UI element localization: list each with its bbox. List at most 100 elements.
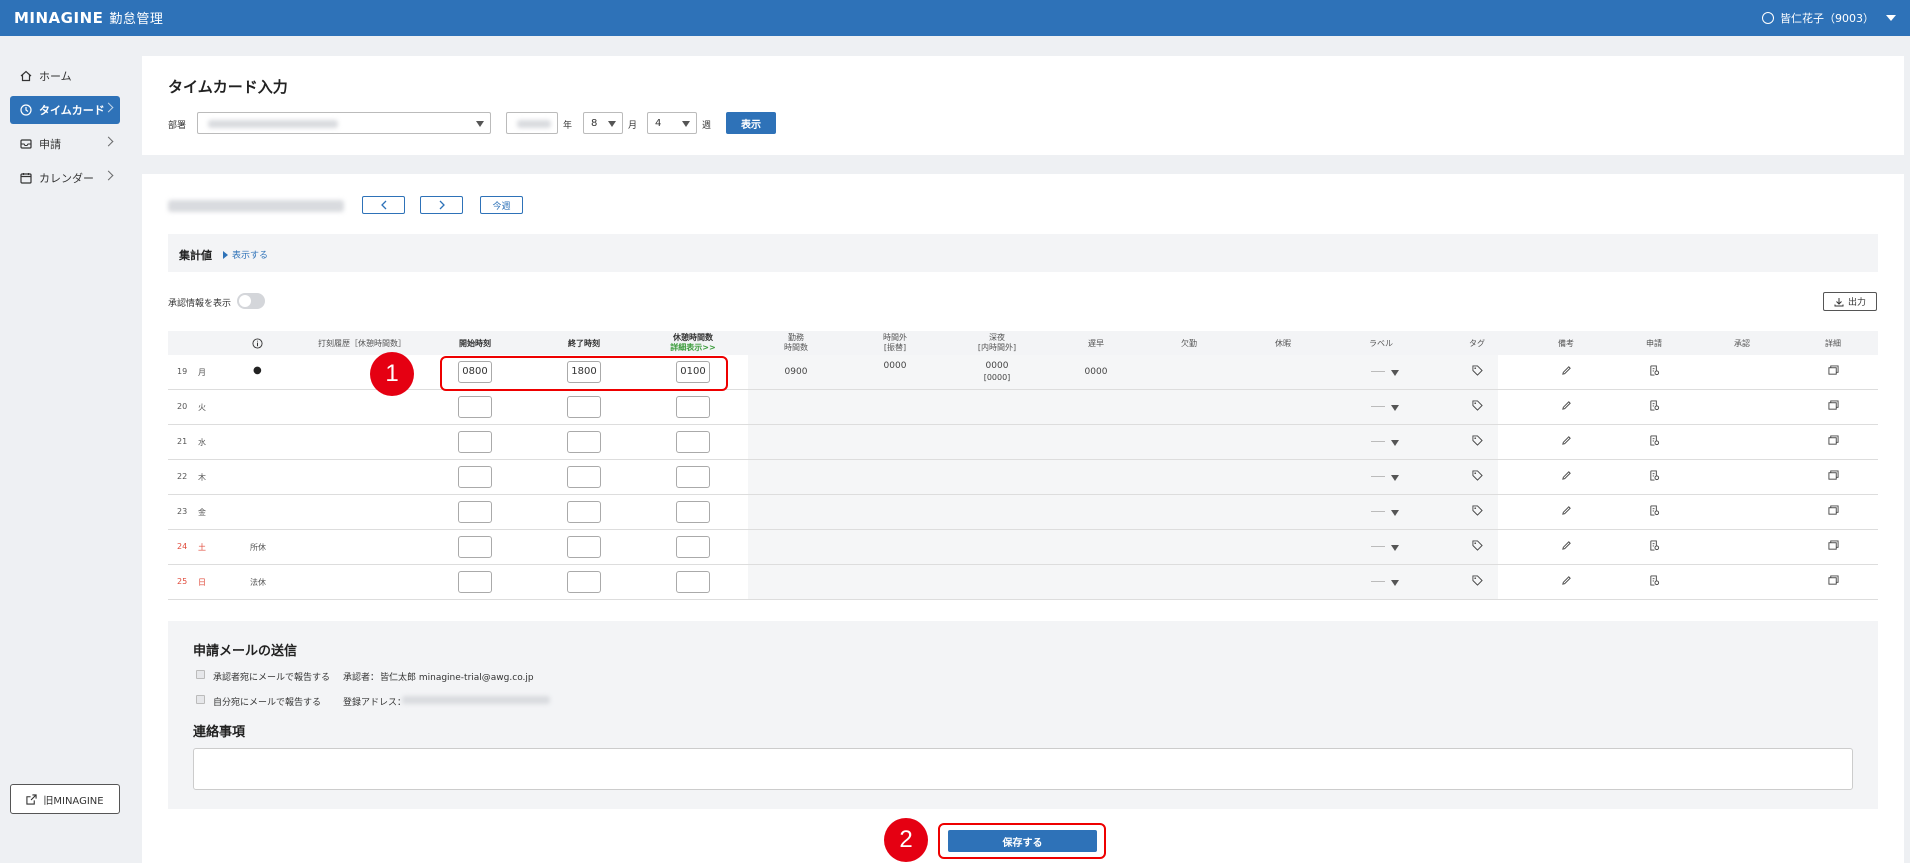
week-suffix: 週: [702, 121, 712, 131]
status-dot: ●: [253, 365, 262, 376]
info-icon[interactable]: [252, 338, 263, 349]
annotation-highlight-1: [440, 356, 728, 391]
notify-approver-checkbox[interactable]: [196, 670, 205, 679]
prev-week-button[interactable]: [362, 196, 405, 214]
label-dropdown[interactable]: [1371, 472, 1401, 482]
old-minagine-label: 旧MINAGINE: [43, 795, 104, 807]
application-icon[interactable]: [1649, 575, 1660, 586]
label-dropdown[interactable]: [1371, 402, 1401, 412]
pencil-icon[interactable]: [1561, 400, 1572, 411]
break-time-input[interactable]: [676, 431, 710, 453]
end-time-input[interactable]: [567, 466, 601, 488]
detail-window-icon[interactable]: [1828, 470, 1839, 481]
start-time-input[interactable]: [458, 396, 492, 418]
pencil-icon[interactable]: [1561, 575, 1572, 586]
row-weekday: 土: [198, 543, 206, 552]
dropdown-empty-dash: [1371, 476, 1385, 477]
application-icon[interactable]: [1649, 365, 1660, 376]
pencil-icon[interactable]: [1561, 505, 1572, 516]
table-row: 25 日 法休: [168, 565, 1878, 600]
application-icon[interactable]: [1649, 505, 1660, 516]
tag-icon[interactable]: [1472, 435, 1483, 446]
chevron-right-icon: [103, 136, 114, 147]
pencil-icon[interactable]: [1561, 540, 1572, 551]
sidebar-item-timecard[interactable]: タイムカード: [10, 96, 120, 124]
label-dropdown[interactable]: [1371, 437, 1401, 447]
col-approve: 承認: [1734, 339, 1750, 348]
detail-window-icon[interactable]: [1828, 400, 1839, 411]
tag-icon[interactable]: [1472, 505, 1483, 516]
save-button[interactable]: 保存する: [948, 830, 1097, 852]
month-value: 8: [591, 118, 598, 129]
col-apply: 申請: [1646, 339, 1662, 348]
show-button[interactable]: 表示: [726, 112, 776, 134]
label-dropdown[interactable]: [1371, 577, 1401, 587]
notes-textarea[interactable]: [193, 748, 1853, 790]
detail-window-icon[interactable]: [1828, 435, 1839, 446]
label-dropdown[interactable]: [1371, 367, 1401, 377]
tag-icon[interactable]: [1472, 400, 1483, 411]
end-time-input[interactable]: [567, 501, 601, 523]
start-time-input[interactable]: [458, 536, 492, 558]
end-time-input[interactable]: [567, 571, 601, 593]
notify-self-checkbox[interactable]: [196, 695, 205, 704]
year-input[interactable]: [506, 112, 558, 134]
year-value-blurred: [517, 120, 551, 128]
month-select[interactable]: 8: [583, 112, 623, 134]
dept-select[interactable]: [197, 112, 491, 134]
break-detail-link[interactable]: 詳細表示>>: [670, 343, 715, 352]
tag-icon[interactable]: [1472, 470, 1483, 481]
end-time-input[interactable]: [567, 396, 601, 418]
export-button[interactable]: 出力: [1823, 292, 1877, 311]
break-time-input[interactable]: [676, 396, 710, 418]
sidebar-item-label: ホーム: [39, 70, 72, 83]
dropdown-empty-dash: [1371, 441, 1385, 442]
detail-window-icon[interactable]: [1828, 575, 1839, 586]
summary-show-link[interactable]: 表示する: [223, 248, 268, 261]
end-time-input[interactable]: [567, 431, 601, 453]
detail-window-icon[interactable]: [1828, 540, 1839, 551]
chevron-right-icon: [103, 102, 114, 113]
break-time-input[interactable]: [676, 571, 710, 593]
logo[interactable]: MINAGINE 勤怠管理: [14, 8, 163, 27]
start-time-input[interactable]: [458, 501, 492, 523]
label-dropdown[interactable]: [1371, 542, 1401, 552]
this-week-button[interactable]: 今週: [480, 196, 523, 214]
col-ot-label: 時間外: [883, 333, 907, 342]
pencil-icon[interactable]: [1561, 435, 1572, 446]
tag-icon[interactable]: [1472, 540, 1483, 551]
row-weekday: 木: [198, 473, 206, 482]
pencil-icon[interactable]: [1561, 470, 1572, 481]
detail-window-icon[interactable]: [1828, 505, 1839, 516]
user-menu[interactable]: 皆仁花子（9003）: [1762, 10, 1896, 26]
break-time-input[interactable]: [676, 501, 710, 523]
detail-window-icon[interactable]: [1828, 365, 1839, 376]
sidebar-item-home[interactable]: ホーム: [10, 62, 120, 90]
col-break: 休憩時間数 詳細表示>>: [670, 333, 715, 353]
table-row: 19 月 ● 0800 1800 0100 0900 0000 0000 [000…: [168, 355, 1878, 390]
start-time-input[interactable]: [458, 571, 492, 593]
row-date: 25: [177, 577, 188, 586]
application-icon[interactable]: [1649, 470, 1660, 481]
night-value-main: 0000: [985, 361, 1009, 371]
break-time-input[interactable]: [676, 536, 710, 558]
break-time-input[interactable]: [676, 466, 710, 488]
end-time-input[interactable]: [567, 536, 601, 558]
sidebar-item-calendar[interactable]: カレンダー: [10, 164, 120, 192]
row-date: 22: [177, 472, 188, 481]
label-dropdown[interactable]: [1371, 507, 1401, 517]
tag-icon[interactable]: [1472, 575, 1483, 586]
application-icon[interactable]: [1649, 540, 1660, 551]
start-time-input[interactable]: [458, 431, 492, 453]
approval-toggle[interactable]: [237, 293, 265, 309]
row-date: 19: [177, 367, 188, 376]
old-minagine-button[interactable]: 旧MINAGINE: [10, 784, 120, 814]
week-select[interactable]: 4: [647, 112, 697, 134]
tag-icon[interactable]: [1472, 365, 1483, 376]
next-week-button[interactable]: [420, 196, 463, 214]
application-icon[interactable]: [1649, 400, 1660, 411]
application-icon[interactable]: [1649, 435, 1660, 446]
sidebar-item-apply[interactable]: 申請: [10, 130, 120, 158]
start-time-input[interactable]: [458, 466, 492, 488]
pencil-icon[interactable]: [1561, 365, 1572, 376]
